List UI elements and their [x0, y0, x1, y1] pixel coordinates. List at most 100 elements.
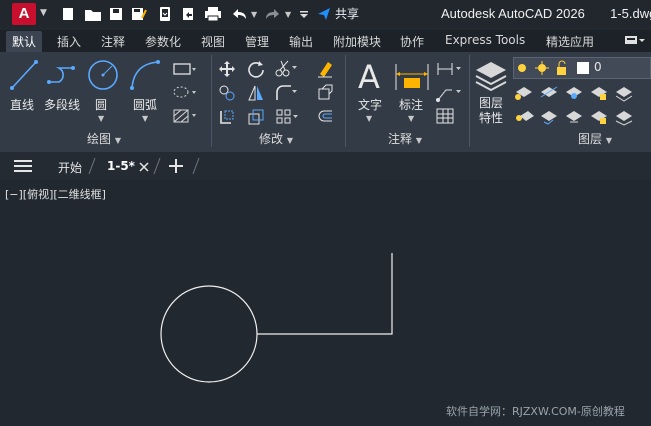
share-button[interactable]: 共享: [317, 5, 359, 22]
tab-default[interactable]: 默认: [6, 31, 43, 52]
explode-icon[interactable]: [316, 84, 334, 105]
save-as-icon[interactable]: [130, 4, 148, 24]
dimension-dropdown-icon[interactable]: ▼: [408, 110, 414, 124]
title-bar: A ▼ ▼ ▼ 共享 Autodesk AutoCAD 2026 1-5.dwg: [0, 0, 651, 28]
annotate-panel-title-text: 注释: [388, 132, 413, 146]
tab-featured-apps[interactable]: 精选应用: [546, 33, 594, 50]
tab-addins[interactable]: 附加模块: [333, 33, 381, 50]
modify-panel-title[interactable]: 修改 ▼: [259, 130, 293, 147]
file-name: 1-5.dwg: [610, 6, 651, 21]
modify-panel-title-text: 修改: [259, 132, 284, 146]
tab-start[interactable]: 开始: [58, 159, 82, 176]
rotate-icon[interactable]: [247, 60, 265, 81]
ribbon-display-options-icon[interactable]: [624, 34, 646, 49]
svg-text:A: A: [358, 58, 380, 94]
layer-properties-line1: 图层: [479, 96, 504, 110]
trim-icon[interactable]: [275, 60, 299, 81]
window-title: Autodesk AutoCAD 2026 1-5.dwg: [441, 6, 651, 21]
share-drawing-icon[interactable]: [180, 4, 196, 24]
layers-panel-title[interactable]: 图层 ▼: [578, 130, 612, 147]
customize-qat-icon[interactable]: [299, 4, 309, 24]
drawing-geometry: [160, 253, 393, 383]
redo-icon[interactable]: [264, 4, 282, 24]
rectangle-icon[interactable]: [172, 62, 196, 79]
tab-manage[interactable]: 管理: [245, 33, 269, 50]
tab-insert[interactable]: 插入: [57, 33, 81, 50]
layers-panel-title-text: 图层: [578, 132, 603, 146]
fillet-icon[interactable]: [275, 84, 299, 105]
panel-divider: [211, 55, 212, 147]
tab-slash-divider: [153, 157, 161, 177]
viewport-controls-label[interactable]: [−][俯视][二维线框]: [5, 186, 106, 202]
tab-annotate[interactable]: 注释: [101, 33, 125, 50]
dimension-icon[interactable]: [394, 60, 430, 97]
polyline-tool-label[interactable]: 多段线: [44, 96, 80, 113]
app-title: Autodesk AutoCAD 2026: [441, 6, 585, 21]
layer-dropdown[interactable]: 0: [513, 57, 651, 79]
file-tab-bar: 开始 1-5*: [0, 152, 651, 180]
panel-divider: [469, 55, 470, 147]
polyline-icon[interactable]: [46, 58, 82, 95]
tab-collaborate[interactable]: 协作: [400, 33, 424, 50]
text-dropdown-icon[interactable]: ▼: [366, 110, 372, 124]
tab-output[interactable]: 输出: [289, 33, 313, 50]
draw-panel-title-text: 绘图: [87, 132, 112, 146]
app-menu-arrow-icon[interactable]: ▼: [40, 8, 47, 18]
panel-divider: [345, 55, 346, 147]
open-file-icon[interactable]: [84, 4, 102, 24]
close-tab-icon[interactable]: [139, 161, 149, 175]
copy-icon[interactable]: [218, 84, 236, 105]
mirror-icon[interactable]: [247, 84, 265, 105]
stretch-icon[interactable]: [218, 108, 236, 129]
layer-properties-label[interactable]: 图层 特性: [479, 96, 503, 126]
layer-properties-line2: 特性: [479, 111, 504, 125]
tab-active-drawing[interactable]: 1-5*: [107, 159, 135, 173]
watermark-text: 软件自学网：RJZXW.COM-原创教程: [446, 405, 625, 418]
new-file-icon[interactable]: [60, 4, 76, 24]
linear-dimension-icon[interactable]: [436, 61, 462, 80]
paper-plane-icon: [318, 7, 330, 20]
scale-icon[interactable]: [247, 108, 265, 129]
autocad-logo[interactable]: A: [12, 3, 36, 25]
undo-dropdown-icon[interactable]: ▼: [251, 4, 257, 24]
text-icon[interactable]: A: [356, 58, 386, 97]
redo-dropdown-icon[interactable]: ▼: [285, 4, 291, 24]
offset-icon[interactable]: [316, 108, 334, 129]
layer-state-icons: [518, 60, 589, 75]
erase-icon[interactable]: [316, 60, 334, 81]
share-label: 共享: [335, 7, 360, 21]
drawing-canvas[interactable]: [0, 180, 651, 426]
hatch-icon[interactable]: [172, 85, 196, 102]
layer-tools-row1-icons[interactable]: [514, 84, 640, 105]
arc-dropdown-icon[interactable]: ▼: [142, 110, 148, 124]
print-icon[interactable]: [204, 4, 222, 24]
circle-dropdown-icon[interactable]: ▼: [98, 110, 104, 124]
annotate-panel-title[interactable]: 注释 ▼: [388, 130, 422, 147]
tab-slash-divider: [192, 157, 200, 177]
line-icon[interactable]: [9, 58, 39, 95]
drawn-polyline[interactable]: [257, 253, 393, 335]
hamburger-menu-icon[interactable]: [14, 159, 32, 176]
layer-tools-row2-icons[interactable]: [514, 108, 640, 129]
tab-view[interactable]: 视图: [201, 33, 225, 50]
layer-properties-icon[interactable]: [474, 58, 508, 97]
web-mobile-icon[interactable]: [157, 4, 173, 24]
ribbon-tab-bar: 默认 插入 注释 参数化 视图 管理 输出 附加模块 协作 Express To…: [0, 30, 651, 52]
drawn-circle[interactable]: [160, 285, 258, 383]
save-icon[interactable]: [108, 4, 124, 24]
new-tab-icon[interactable]: [169, 159, 183, 176]
current-layer-name: 0: [594, 60, 602, 74]
leader-icon[interactable]: [436, 84, 462, 105]
circle-icon[interactable]: [86, 58, 120, 95]
tab-parametric[interactable]: 参数化: [145, 33, 181, 50]
undo-icon[interactable]: [230, 4, 248, 24]
move-icon[interactable]: [218, 60, 236, 81]
line-tool-label[interactable]: 直线: [10, 96, 34, 113]
array-icon[interactable]: [275, 108, 299, 129]
table-icon[interactable]: [436, 108, 454, 127]
tab-express-tools[interactable]: Express Tools: [445, 33, 525, 47]
draw-panel-title[interactable]: 绘图 ▼: [87, 130, 121, 147]
gradient-icon[interactable]: [172, 108, 196, 127]
tab-slash-divider: [88, 157, 96, 177]
arc-icon[interactable]: [128, 58, 162, 95]
